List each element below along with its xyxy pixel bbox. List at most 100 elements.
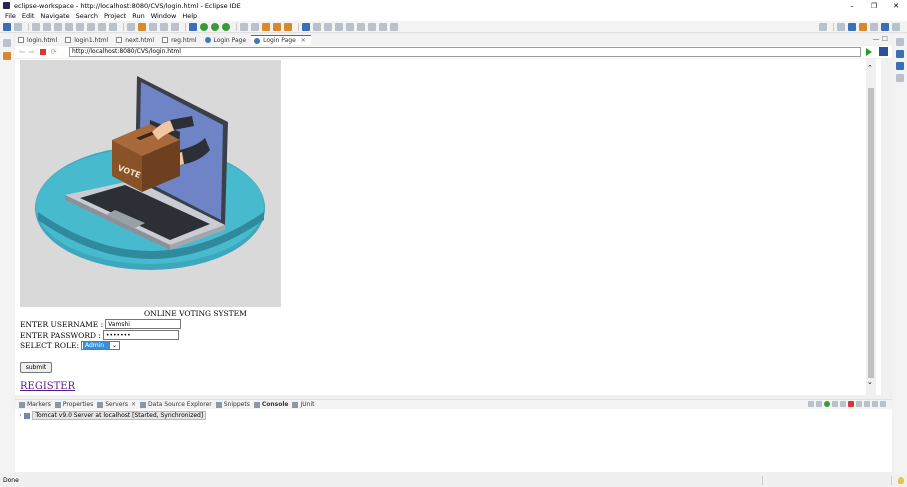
tab-reg-html[interactable]: reg.html (159, 35, 201, 45)
prev-annotation-icon[interactable] (346, 22, 354, 31)
search-tool-icon[interactable] (313, 22, 321, 31)
tab-login-page-active[interactable]: Login Page ✕ (251, 35, 311, 45)
menu-search[interactable]: Search (76, 12, 98, 20)
save-icon[interactable] (14, 22, 22, 31)
open-type-icon[interactable] (284, 22, 292, 31)
build-icon[interactable] (127, 22, 135, 31)
step-over-icon[interactable] (98, 22, 106, 31)
open-file-icon[interactable] (273, 22, 281, 31)
password-input[interactable] (102, 330, 179, 340)
scroll-down-icon[interactable]: ⌄ (867, 378, 873, 386)
coverage-icon[interactable] (211, 22, 219, 31)
stop-server-icon[interactable] (848, 401, 854, 407)
tab-properties[interactable]: Properties (54, 401, 93, 408)
new-class-icon[interactable] (251, 22, 259, 31)
suspend-icon[interactable] (54, 22, 62, 31)
back-icon[interactable] (368, 22, 376, 31)
role-select[interactable]: Admin ⌄ (80, 341, 120, 350)
url-input[interactable]: http://localhost:8080/CVS/login.html (69, 47, 861, 57)
run-icon[interactable] (200, 22, 208, 31)
palette-icon[interactable] (896, 74, 904, 82)
tab-markers[interactable]: Markers (19, 401, 51, 408)
profile-server-icon[interactable] (832, 401, 838, 407)
new-package-icon[interactable] (240, 22, 248, 31)
content-scrollbar[interactable]: ⌃ ⌄ (866, 59, 876, 395)
terminate-icon[interactable] (65, 22, 73, 31)
step-into-icon[interactable] (87, 22, 95, 31)
tab-next-html[interactable]: next.html (113, 35, 159, 45)
refresh-icon[interactable]: ⟳ (51, 48, 57, 56)
debug-perspective-icon[interactable] (859, 23, 867, 31)
open-web-browser-icon[interactable] (302, 22, 310, 31)
maximize-panel-icon[interactable] (880, 401, 886, 407)
step-return-icon[interactable] (109, 22, 117, 31)
tab-console[interactable]: Console (253, 401, 288, 408)
chevron-right-icon[interactable]: › (19, 412, 21, 419)
view-menu-icon[interactable] (864, 401, 870, 407)
open-folder-icon[interactable] (262, 22, 270, 31)
tab-login1-html[interactable]: login1.html (62, 35, 113, 45)
menu-run[interactable]: Run (132, 12, 144, 20)
annotation-icon[interactable] (324, 22, 332, 31)
disconnect-icon[interactable] (76, 22, 84, 31)
debug-server-icon[interactable] (816, 401, 822, 407)
minimize-panel-icon[interactable] (872, 401, 878, 407)
menu-edit[interactable]: Edit (22, 12, 35, 20)
menu-navigate[interactable]: Navigate (40, 12, 69, 20)
menu-window[interactable]: Window (151, 12, 177, 20)
close-tab-icon[interactable]: ✕ (131, 401, 136, 408)
resume-icon[interactable] (43, 22, 51, 31)
new-icon[interactable] (3, 22, 11, 31)
scrollbar-thumb[interactable] (868, 88, 874, 378)
tab-servers[interactable]: Servers ✕ (97, 401, 136, 408)
close-window-button[interactable]: ✕ (885, 0, 907, 11)
tab-data-source-explorer[interactable]: Data Source Explorer (140, 401, 212, 408)
project-explorer-icon[interactable] (3, 52, 11, 60)
tab-login-html[interactable]: login.html (15, 35, 62, 45)
java-perspective-icon[interactable] (881, 23, 889, 31)
menu-project[interactable]: Project (104, 12, 126, 20)
search-icon[interactable] (819, 23, 827, 31)
git-perspective-icon[interactable] (870, 23, 878, 31)
tab-snippets[interactable]: Snippets (215, 401, 250, 408)
java-ee-perspective-icon[interactable] (848, 23, 856, 31)
tab-junit[interactable]: JUnit (292, 401, 314, 408)
publish-icon[interactable] (840, 401, 846, 407)
close-tab-icon[interactable]: ✕ (301, 37, 306, 44)
database-icon[interactable] (160, 22, 168, 31)
go-arrow-icon[interactable] (866, 48, 872, 56)
tools-icon[interactable] (138, 22, 146, 31)
properties-icon[interactable] (171, 22, 179, 31)
stop-icon[interactable] (39, 49, 46, 55)
minimize-button[interactable]: – (841, 0, 863, 11)
web-perspective-icon[interactable] (892, 23, 900, 31)
register-link[interactable]: REGISTER (20, 381, 75, 392)
submit-button[interactable]: submit (20, 362, 52, 373)
external-tools-icon[interactable] (222, 22, 230, 31)
debug-icon[interactable] (189, 22, 197, 31)
scroll-up-icon[interactable]: ⌃ (867, 64, 873, 72)
skip-breakpoints-icon[interactable] (32, 22, 40, 31)
tab-login-page[interactable]: Login Page (202, 35, 252, 45)
restore-right-icon[interactable] (896, 38, 904, 46)
open-perspective-icon[interactable] (837, 23, 845, 31)
open-in-external-browser-icon[interactable] (879, 47, 888, 56)
restart-icon[interactable] (856, 401, 862, 407)
next-annotation-icon[interactable] (335, 22, 343, 31)
lightbulb-icon[interactable] (898, 477, 904, 484)
last-edit-icon[interactable] (357, 22, 365, 31)
back-arrow-icon[interactable]: ⇦ (19, 48, 25, 56)
editor-minmax-controls[interactable]: — ☐ (872, 35, 888, 43)
task-list-icon[interactable] (896, 62, 904, 70)
server-list-item[interactable]: › Tomcat v9.0 Server at localhost [Start… (19, 411, 207, 420)
outline-icon[interactable] (896, 50, 904, 58)
pin-editor-icon[interactable] (390, 22, 398, 31)
start-server-icon[interactable] (824, 401, 830, 407)
forward-arrow-icon[interactable]: ⇨ (29, 48, 35, 56)
server-icon[interactable] (149, 22, 157, 31)
forward-icon[interactable] (379, 22, 387, 31)
menu-file[interactable]: File (5, 12, 16, 20)
collapse-all-icon[interactable] (808, 401, 814, 407)
menu-help[interactable]: Help (182, 12, 197, 20)
username-input[interactable] (105, 319, 182, 329)
